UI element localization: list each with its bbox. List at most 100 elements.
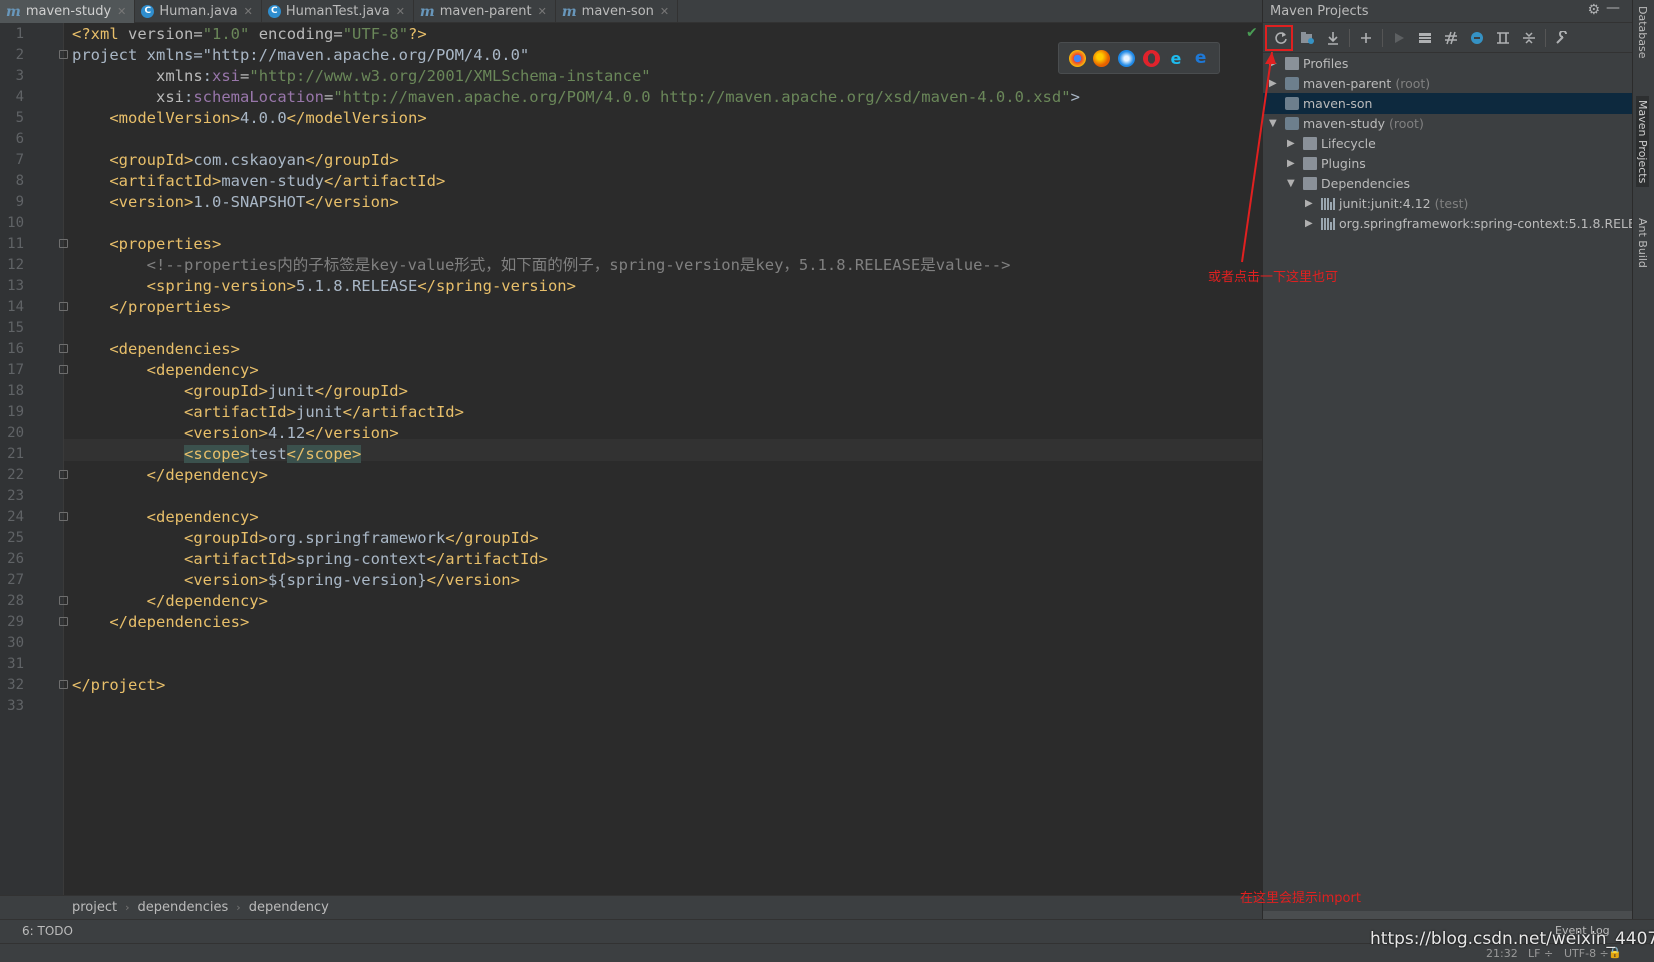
code-line[interactable]: </dependency> xyxy=(72,464,268,486)
code-line[interactable]: <version>4.12</version> xyxy=(72,422,399,444)
maven-settings-button[interactable] xyxy=(1549,26,1575,50)
fold-marker-icon[interactable] xyxy=(59,344,68,353)
tree-node-dependencies[interactable]: ▼ Dependencies xyxy=(1263,173,1633,194)
code-line[interactable]: <!--properties内的子标签是key-value形式，如下面的例子，s… xyxy=(72,254,1011,276)
annotation-refresh-hint: 或者点击一下这里也可 xyxy=(1208,270,1339,285)
fold-marker-icon[interactable] xyxy=(59,365,68,374)
todo-tool-button[interactable]: 6: TODO xyxy=(22,924,73,938)
code-editor[interactable]: 1 2 3 4 5 6 7 8 9 10 11 12 13 14 15 16 17 18 19 20 21 22 23 24 2… xyxy=(0,23,1262,895)
expand-arrow-icon[interactable]: ▶ xyxy=(1305,213,1313,234)
toggle-offline-button[interactable] xyxy=(1438,26,1464,50)
collapse-all-button[interactable] xyxy=(1516,26,1542,50)
tool-tab-ant-build[interactable]: Ant Build xyxy=(1636,218,1649,268)
fold-marker-icon[interactable] xyxy=(59,680,68,689)
code-line[interactable]: <properties> xyxy=(72,233,221,255)
close-icon[interactable]: ✕ xyxy=(396,5,405,18)
fold-marker-icon[interactable] xyxy=(59,470,68,479)
code-line[interactable]: <groupId>junit</groupId> xyxy=(72,380,408,402)
tool-tab-maven-projects[interactable]: Maven Projects xyxy=(1636,96,1649,188)
add-maven-project-button[interactable] xyxy=(1353,26,1379,50)
tool-tab-database[interactable]: Database xyxy=(1636,6,1649,59)
code-line[interactable]: <dependency> xyxy=(72,359,259,381)
tree-node-lifecycle[interactable]: ▶ Lifecycle xyxy=(1263,133,1633,154)
collapse-arrow-icon[interactable]: ▼ xyxy=(1287,173,1295,194)
close-icon[interactable]: ✕ xyxy=(538,5,547,18)
close-icon[interactable]: ✕ xyxy=(244,5,253,18)
show-dependencies-button[interactable] xyxy=(1490,26,1516,50)
tab-maven-parent[interactable]: m maven-parent ✕ xyxy=(414,0,556,23)
gear-icon[interactable]: ⚙ xyxy=(1587,2,1600,18)
opera-icon[interactable] xyxy=(1142,49,1160,67)
close-icon[interactable]: ✕ xyxy=(660,5,669,18)
edge-icon[interactable]: e xyxy=(1192,49,1210,67)
code-line[interactable]: <artifactId>junit</artifactId> xyxy=(72,401,464,423)
code-line[interactable]: <groupId>com.cskaoyan</groupId> xyxy=(72,149,398,171)
execute-goal-button[interactable] xyxy=(1412,26,1438,50)
tree-node-junit[interactable]: ▶ junit:junit:4.12 (test) xyxy=(1263,193,1633,214)
fold-marker-icon[interactable] xyxy=(59,596,68,605)
code-line[interactable]: <spring-version>5.1.8.RELEASE</spring-ve… xyxy=(72,275,576,297)
firefox-icon[interactable] xyxy=(1093,49,1111,67)
code-line[interactable]: <version>1.0-SNAPSHOT</version> xyxy=(72,191,398,213)
minimize-icon[interactable]: — xyxy=(1606,0,1620,16)
code-line[interactable]: </project> xyxy=(72,674,165,696)
library-icon xyxy=(1321,217,1335,230)
breadcrumb: project › dependencies › dependency xyxy=(0,895,1262,919)
collapse-arrow-icon[interactable]: ▼ xyxy=(1269,113,1277,134)
tab-humantest-java[interactable]: C HumanTest.java ✕ xyxy=(262,0,414,23)
expand-arrow-icon[interactable]: ▶ xyxy=(1305,193,1313,214)
breadcrumb-item-project[interactable]: project xyxy=(72,900,117,915)
code-area[interactable]: <?xml version="1.0" encoding="UTF-8"?> pr… xyxy=(72,23,1262,895)
code-line[interactable]: project xmlns="http://maven.apache.org/P… xyxy=(72,44,529,66)
line-number: 13 xyxy=(7,278,24,294)
run-build-button[interactable] xyxy=(1386,26,1412,50)
tree-node-maven-son[interactable]: maven-son xyxy=(1263,93,1633,114)
tree-node-plugins[interactable]: ▶ Plugins xyxy=(1263,153,1633,174)
code-line[interactable]: <version>${spring-version}</version> xyxy=(72,569,520,591)
horizontal-scrollbar[interactable] xyxy=(1263,911,1633,919)
tree-node-maven-parent[interactable]: ▶ maven-parent (root) xyxy=(1263,73,1633,94)
fold-marker-icon[interactable] xyxy=(59,617,68,626)
skip-tests-button[interactable] xyxy=(1464,26,1490,50)
breadcrumb-item-dependencies[interactable]: dependencies xyxy=(138,900,229,915)
tree-node-label: maven-son xyxy=(1303,96,1373,111)
chrome-icon[interactable] xyxy=(1068,49,1086,67)
code-line[interactable]: <artifactId>maven-study</artifactId> xyxy=(72,170,445,192)
fold-marker-icon[interactable] xyxy=(59,50,68,59)
code-line[interactable]: xsi:schemaLocation="http://maven.apache.… xyxy=(72,86,1080,108)
tree-node-maven-study[interactable]: ▼ maven-study (root) xyxy=(1263,113,1633,134)
expand-arrow-icon[interactable]: ▶ xyxy=(1287,133,1295,154)
code-line[interactable]: <artifactId>spring-context</artifactId> xyxy=(72,548,548,570)
expand-arrow-icon[interactable]: ▶ xyxy=(1269,73,1277,94)
line-number: 33 xyxy=(7,698,24,714)
safari-icon[interactable] xyxy=(1118,49,1136,67)
code-line[interactable]: </dependencies> xyxy=(72,611,249,633)
code-line[interactable]: <dependency> xyxy=(72,506,259,528)
tab-maven-son[interactable]: m maven-son ✕ xyxy=(556,0,679,23)
line-number: 1 xyxy=(15,26,24,42)
tab-human-java[interactable]: C Human.java ✕ xyxy=(135,0,262,23)
code-line[interactable]: </properties> xyxy=(72,296,230,318)
fold-marker-icon[interactable] xyxy=(59,302,68,311)
code-line[interactable]: </dependency> xyxy=(72,590,268,612)
breadcrumb-item-dependency[interactable]: dependency xyxy=(249,900,329,915)
expand-arrow-icon[interactable]: ▶ xyxy=(1287,153,1295,174)
code-line[interactable]: <dependencies> xyxy=(72,338,240,360)
ie-icon[interactable]: e xyxy=(1167,49,1185,67)
maven-file-icon: m xyxy=(419,3,435,20)
download-sources-button[interactable] xyxy=(1320,26,1346,50)
tree-node-spring-context[interactable]: ▶ org.springframework:spring-context:5.1… xyxy=(1263,213,1654,234)
close-icon[interactable]: ✕ xyxy=(117,5,126,18)
code-line[interactable]: <?xml version="1.0" encoding="UTF-8"?> xyxy=(72,23,427,45)
tab-maven-study[interactable]: m maven-study ✕ xyxy=(0,0,136,23)
code-line[interactable]: xmlns:xsi="http://www.w3.org/2001/XMLSch… xyxy=(72,65,651,87)
tree-node-profiles[interactable]: ▶ Profiles xyxy=(1263,53,1633,74)
code-line[interactable]: <scope>test</scope> xyxy=(72,443,362,465)
generate-sources-button[interactable] xyxy=(1294,26,1320,50)
editor-tab-bar: m maven-study ✕ C Human.java ✕ C HumanTe… xyxy=(0,0,1262,23)
code-line[interactable]: <modelVersion>4.0.0</modelVersion> xyxy=(72,107,426,129)
fold-marker-icon[interactable] xyxy=(59,239,68,248)
expand-arrow-icon[interactable]: ▶ xyxy=(1269,53,1277,74)
code-line[interactable]: <groupId>org.springframework</groupId> xyxy=(72,527,539,549)
fold-marker-icon[interactable] xyxy=(59,512,68,521)
